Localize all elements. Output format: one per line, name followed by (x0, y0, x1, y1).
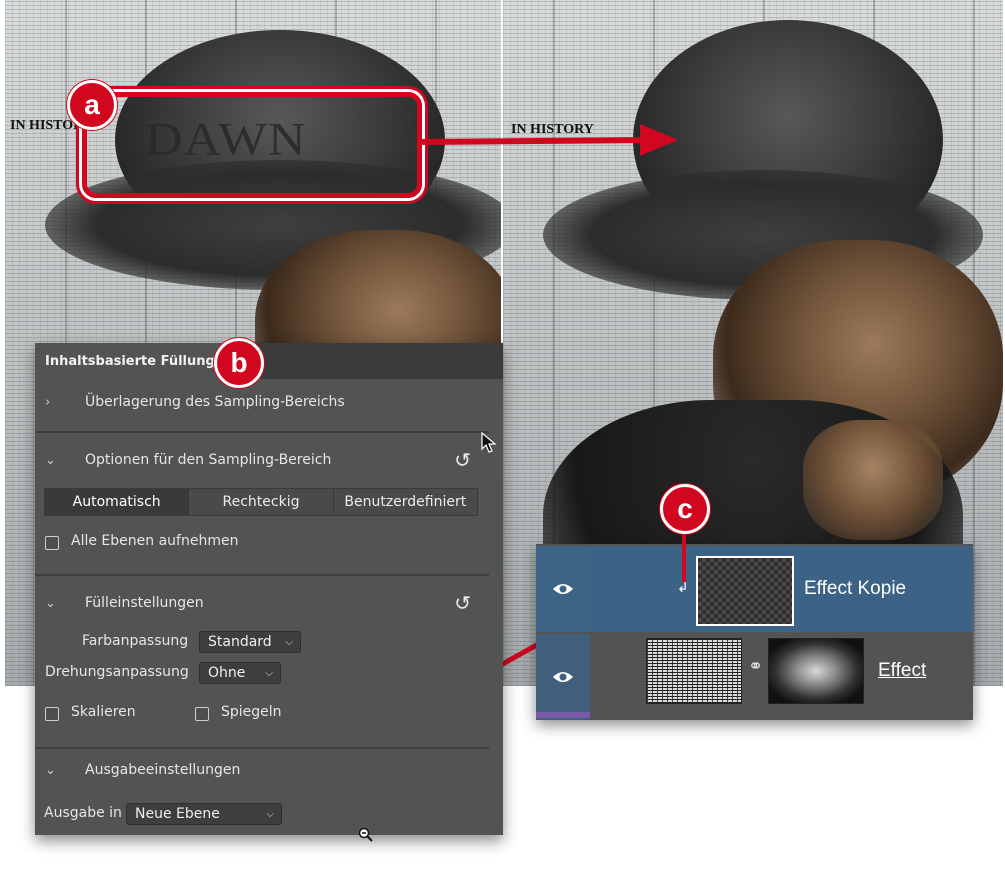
section-label: Ausgabeeinstellungen (85, 762, 241, 778)
highlight-box (82, 92, 422, 198)
all-layers-label: Alle Ebenen aufnehmen (71, 533, 239, 549)
layer-row-effect-kopie[interactable]: ↲ Effect Kopie (536, 546, 973, 632)
color-adapt-label: Farbanpassung (82, 633, 189, 649)
sampling-mode-custom[interactable]: Benutzerdefiniert (333, 489, 477, 515)
sampling-mode-automatic[interactable]: Automatisch (45, 489, 190, 515)
badge-c: c (660, 484, 710, 534)
rotation-adapt-select[interactable]: Ohne ⌵ (199, 662, 281, 684)
zoom-out-cursor-icon (358, 827, 373, 842)
chevron-down-icon: ⌵ (266, 808, 274, 820)
chevron-down-icon[interactable]: ⌄ (45, 763, 56, 778)
divider (35, 431, 489, 433)
select-value: Neue Ebene (135, 806, 220, 822)
color-adapt-select[interactable]: Standard ⌵ (199, 631, 301, 653)
select-value: Standard (208, 634, 272, 650)
chevron-down-icon[interactable]: ⌄ (45, 453, 56, 468)
divider (35, 747, 489, 749)
content-aware-fill-panel: Inhaltsbasierte Füllung › Überlagerung d… (35, 343, 503, 835)
layer-thumbnail[interactable] (696, 556, 794, 626)
scale-checkbox[interactable] (45, 707, 59, 721)
sampling-mode-selector: Automatisch Rechteckig Benutzerdefiniert (44, 488, 478, 516)
section-fill-settings[interactable]: ⌄ Fülleinstellungen ↺ (35, 590, 503, 616)
layer-color-strip (536, 712, 590, 718)
section-label: Fülleinstellungen (85, 595, 204, 611)
visibility-toggle[interactable] (536, 634, 590, 720)
all-layers-checkbox[interactable] (45, 536, 59, 550)
eye-icon[interactable] (552, 582, 574, 596)
layer-row-effect[interactable]: ⚭ Effect (536, 634, 973, 720)
reset-icon[interactable]: ↺ (454, 448, 471, 472)
output-select[interactable]: Neue Ebene ⌵ (126, 803, 282, 825)
rotation-adapt-label: Drehungsanpassung (45, 664, 189, 680)
layer-thumbnail[interactable] (646, 638, 742, 704)
section-label: Optionen für den Sampling-Bereich (85, 452, 332, 468)
output-label: Ausgabe in (44, 805, 122, 821)
sampling-mode-rectangular[interactable]: Rechteckig (189, 489, 334, 515)
section-overlay[interactable]: › Überlagerung des Sampling-Bereichs (35, 389, 503, 415)
chevron-down-icon[interactable]: ⌄ (45, 596, 56, 611)
panel-tabbar: Inhaltsbasierte Füllung (35, 343, 503, 379)
section-sampling[interactable]: ⌄ Optionen für den Sampling-Bereich ↺ (35, 447, 503, 473)
link-icon[interactable]: ⚭ (748, 656, 763, 677)
section-label: Überlagerung des Sampling-Bereichs (85, 394, 345, 410)
chevron-down-icon: ⌵ (285, 636, 293, 648)
reset-icon[interactable]: ↺ (454, 591, 471, 615)
scale-label: Skalieren (71, 704, 136, 720)
mouse-cursor-icon (481, 432, 497, 453)
mirror-label: Spiegeln (221, 704, 282, 720)
section-output-settings[interactable]: ⌄ Ausgabeeinstellungen (35, 757, 503, 783)
tab-content-aware-fill[interactable]: Inhaltsbasierte Füllung (35, 343, 225, 379)
hand-shape (803, 420, 943, 540)
divider (35, 574, 489, 576)
badge-a: a (67, 80, 117, 130)
mirror-checkbox[interactable] (195, 707, 209, 721)
chevron-right-icon[interactable]: › (45, 395, 50, 410)
layers-panel: ↲ Effect Kopie ⚭ Effect (536, 544, 973, 720)
eye-icon[interactable] (552, 670, 574, 684)
layer-name[interactable]: Effect Kopie (804, 578, 906, 600)
callout-pointer (682, 528, 686, 582)
badge-b: b (214, 338, 264, 388)
chevron-down-icon: ⌵ (265, 667, 273, 679)
layer-name[interactable]: Effect (878, 660, 926, 682)
visibility-toggle[interactable] (536, 546, 590, 632)
headline-text: IN HISTORY (511, 122, 594, 137)
select-value: Ohne (208, 665, 246, 681)
layer-mask-thumbnail[interactable] (768, 638, 864, 704)
